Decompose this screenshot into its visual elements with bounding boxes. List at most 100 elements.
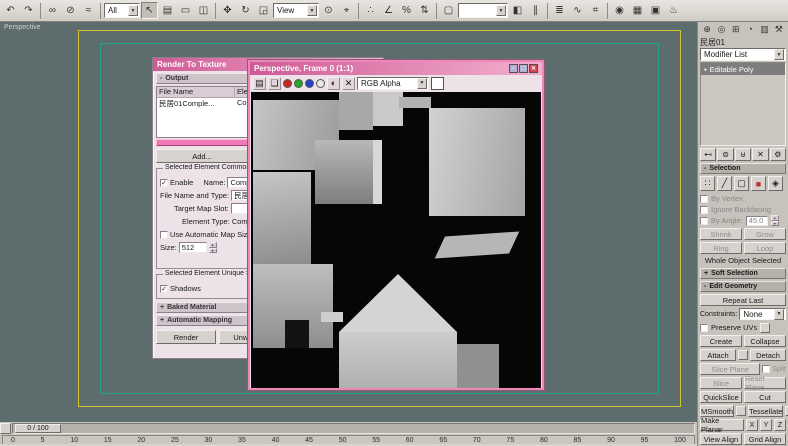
- by-vertex-checkbox[interactable]: [700, 195, 708, 203]
- dropdown-arrow-icon[interactable]: ▼: [417, 78, 427, 89]
- mirror-icon[interactable]: ◧: [509, 2, 526, 19]
- view-align-button[interactable]: View Align: [700, 433, 742, 445]
- bind-to-spacewarp-icon[interactable]: ≈: [80, 2, 97, 19]
- select-and-scale-icon[interactable]: ◲: [255, 2, 272, 19]
- add-element-button[interactable]: Add...: [156, 149, 248, 163]
- named-selection-dropdown[interactable]: ▼: [458, 3, 508, 18]
- modifier-stack[interactable]: ▪ Editable Poly: [700, 62, 786, 146]
- timeline-splitter[interactable]: [0, 423, 11, 434]
- selection-rollout[interactable]: - Selection: [700, 163, 786, 174]
- select-and-rotate-icon[interactable]: ↻: [237, 2, 254, 19]
- planar-z-button[interactable]: Z: [774, 419, 786, 431]
- size-spinner[interactable]: ▴▾: [209, 242, 217, 253]
- modify-tab-icon[interactable]: ◎: [714, 23, 728, 36]
- angle-spinner[interactable]: ▴▾: [771, 215, 779, 226]
- stack-item-editable-poly[interactable]: ▪ Editable Poly: [701, 63, 785, 75]
- window-crossing-icon[interactable]: ◫: [195, 2, 212, 19]
- clear-frame-icon[interactable]: ✕: [342, 77, 355, 90]
- ring-button[interactable]: Ring: [700, 242, 742, 254]
- configure-modifier-sets-icon[interactable]: ⚙: [770, 148, 786, 161]
- attach-button[interactable]: Attach: [700, 349, 736, 361]
- schematic-view-icon[interactable]: ⌗: [587, 2, 604, 19]
- loop-button[interactable]: Loop: [744, 242, 786, 254]
- unlink-selection-icon[interactable]: ⊘: [62, 2, 79, 19]
- green-channel-icon[interactable]: [294, 79, 303, 88]
- red-channel-icon[interactable]: [283, 79, 292, 88]
- curve-editor-icon[interactable]: ∿: [569, 2, 586, 19]
- color-swatch[interactable]: [431, 77, 444, 90]
- rfw-title-bar[interactable]: Perspective, Frame 0 (1:1) - □ ✕: [250, 62, 542, 75]
- create-tab-icon[interactable]: ⊕: [700, 23, 714, 36]
- use-pivot-center-icon[interactable]: ⊙: [320, 2, 337, 19]
- show-end-result-icon[interactable]: ⊜: [717, 148, 733, 161]
- channel-display-dropdown[interactable]: RGB Alpha ▼: [357, 77, 429, 90]
- polygon-subobject-icon[interactable]: ■: [751, 176, 766, 191]
- utilities-tab-icon[interactable]: ⚒: [772, 23, 786, 36]
- remove-modifier-icon[interactable]: ✕: [752, 148, 768, 161]
- angle-snap-icon[interactable]: ∠: [380, 2, 397, 19]
- vertex-subobject-icon[interactable]: ∷: [700, 176, 715, 191]
- monochrome-icon[interactable]: ◐: [327, 77, 340, 90]
- grid-align-button[interactable]: Grid Align: [744, 433, 786, 445]
- reference-coordinate-dropdown[interactable]: View ▼: [273, 3, 319, 18]
- minimize-button[interactable]: -: [509, 64, 518, 73]
- border-subobject-icon[interactable]: ▢: [734, 176, 749, 191]
- viewport-label[interactable]: Perspective: [4, 24, 41, 31]
- msmooth-settings-button[interactable]: [736, 406, 746, 416]
- display-tab-icon[interactable]: ▥: [757, 23, 771, 36]
- select-and-link-icon[interactable]: ∞: [44, 2, 61, 19]
- hierarchy-tab-icon[interactable]: ⊞: [729, 23, 743, 36]
- enable-checkbox[interactable]: ✓: [160, 179, 168, 187]
- selection-region-icon[interactable]: ▭: [177, 2, 194, 19]
- snap-toggle-icon[interactable]: ∴: [362, 2, 379, 19]
- render-type-icon[interactable]: ▣: [647, 2, 664, 19]
- detach-button[interactable]: Detach: [750, 349, 786, 361]
- column-file-name[interactable]: File Name: [157, 87, 235, 97]
- make-planar-button[interactable]: Make Planar: [700, 419, 744, 431]
- object-name-field[interactable]: 民居01: [700, 36, 786, 48]
- dropdown-arrow-icon[interactable]: ▼: [307, 5, 317, 16]
- grow-button[interactable]: Grow: [744, 228, 786, 240]
- dropdown-arrow-icon[interactable]: ▼: [774, 49, 784, 60]
- blue-channel-icon[interactable]: [305, 79, 314, 88]
- percent-snap-icon[interactable]: %: [398, 2, 415, 19]
- undo-icon[interactable]: ↶: [2, 2, 19, 19]
- planar-x-button[interactable]: X: [746, 419, 758, 431]
- pin-stack-icon[interactable]: ⊷: [700, 148, 716, 161]
- edge-subobject-icon[interactable]: ╱: [717, 176, 732, 191]
- attach-list-button[interactable]: [738, 350, 748, 360]
- angle-field[interactable]: 45.0: [746, 216, 768, 226]
- tessellate-button[interactable]: Tessellate: [748, 405, 783, 417]
- collapse-button[interactable]: Collapse: [744, 335, 786, 347]
- select-and-move-icon[interactable]: ✥: [219, 2, 236, 19]
- soft-selection-rollout[interactable]: + Soft Selection: [700, 268, 786, 279]
- dropdown-arrow-icon[interactable]: ▼: [128, 5, 138, 16]
- render-scene-icon[interactable]: ▦: [629, 2, 646, 19]
- close-button[interactable]: ✕: [529, 64, 538, 73]
- layer-manager-icon[interactable]: ≣: [551, 2, 568, 19]
- time-slider-track[interactable]: 0 / 100: [12, 423, 695, 434]
- preserve-uvs-settings-button[interactable]: [760, 323, 770, 333]
- shrink-button[interactable]: Shrink: [700, 228, 742, 240]
- quick-render-icon[interactable]: ♨: [665, 2, 682, 19]
- selection-filter-dropdown[interactable]: All ▼: [104, 3, 140, 18]
- split-checkbox[interactable]: [762, 365, 770, 373]
- cut-button[interactable]: Cut: [744, 391, 786, 403]
- by-angle-checkbox[interactable]: [700, 217, 708, 225]
- ignore-backfacing-checkbox[interactable]: [700, 206, 708, 214]
- size-field[interactable]: 512: [179, 242, 207, 253]
- time-slider-handle[interactable]: 0 / 100: [15, 424, 61, 433]
- material-editor-icon[interactable]: ◉: [611, 2, 628, 19]
- planar-y-button[interactable]: Y: [760, 419, 772, 431]
- modifier-list-dropdown[interactable]: Modifier List ▼: [700, 48, 786, 61]
- spinner-snap-icon[interactable]: ⇅: [416, 2, 433, 19]
- create-button[interactable]: Create: [700, 335, 742, 347]
- select-and-manipulate-icon[interactable]: ⌖: [338, 2, 355, 19]
- select-object-icon[interactable]: ↖: [141, 2, 158, 19]
- element-subobject-icon[interactable]: ◈: [768, 176, 783, 191]
- save-bitmap-icon[interactable]: ▤: [253, 77, 266, 90]
- auto-map-size-checkbox[interactable]: [160, 231, 168, 239]
- motion-tab-icon[interactable]: ◔: [743, 23, 757, 36]
- make-unique-icon[interactable]: ⊎: [735, 148, 751, 161]
- shadows-checkbox[interactable]: ✓: [160, 285, 168, 293]
